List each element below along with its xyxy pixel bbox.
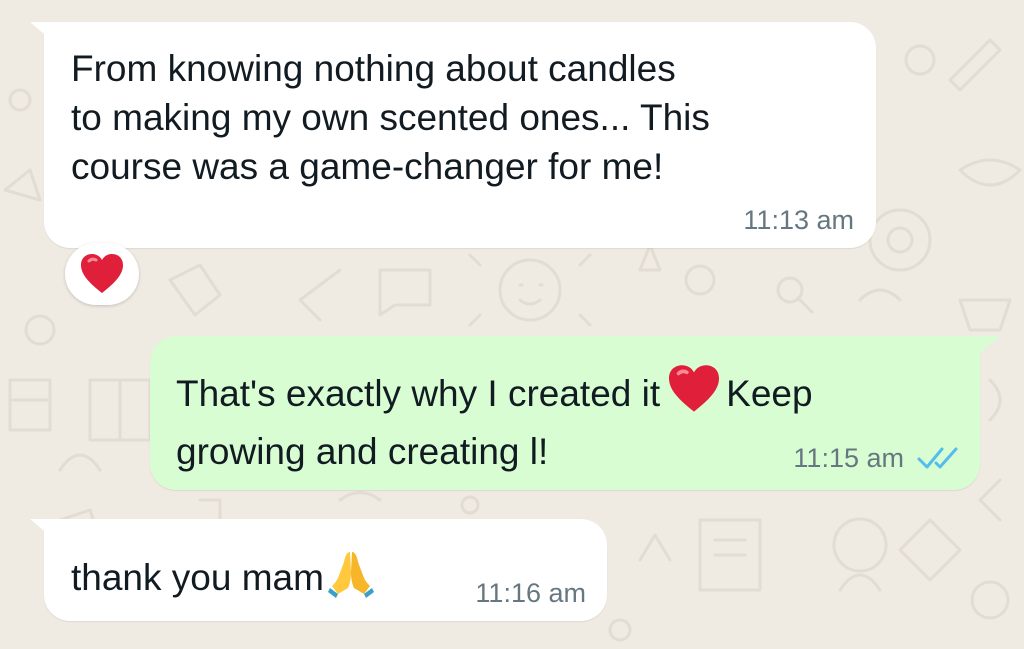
message-text-part: That's exactly why I created it [176, 373, 661, 414]
bubble-tail [30, 519, 56, 541]
message-timestamp: 11:15 am [793, 443, 904, 473]
bubble-tail [974, 336, 1000, 358]
outgoing-message-bubble[interactable]: That's exactly why I created it Keep grow… [150, 336, 980, 490]
bubble-tail [30, 22, 56, 44]
message-reaction[interactable] [65, 243, 139, 305]
red-heart-icon [669, 365, 720, 412]
folded-hands-icon [327, 552, 374, 598]
message-text: thank you mam [71, 548, 374, 598]
message-text: From knowing nothing about candles to ma… [71, 48, 710, 187]
incoming-message-bubble[interactable]: thank you mam 11:16 am [44, 519, 607, 621]
message-timestamp: 11:13 am [743, 205, 854, 235]
read-double-tick-icon [917, 447, 958, 469]
message-text-part: thank you mam [71, 557, 324, 598]
message-timestamp: 11:16 am [475, 578, 586, 608]
red-heart-icon [81, 254, 123, 293]
incoming-message-bubble[interactable]: From knowing nothing about candles to ma… [44, 22, 876, 248]
